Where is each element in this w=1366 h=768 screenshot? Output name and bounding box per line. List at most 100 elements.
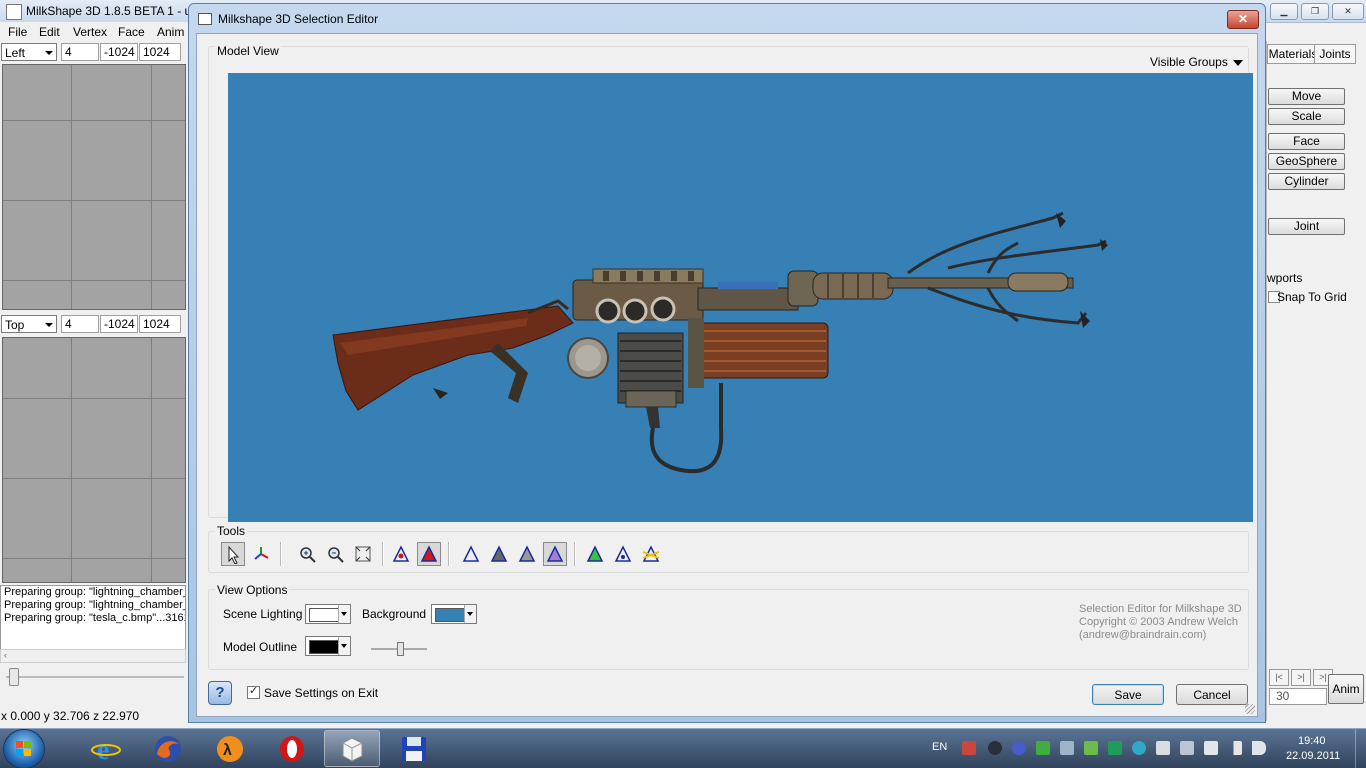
language-indicator[interactable]: EN [932, 741, 947, 753]
checkmark-tray-icon[interactable] [1084, 741, 1098, 755]
log-horizontal-scrollbar[interactable]: ‹ [0, 649, 186, 663]
frame-count-field[interactable]: 30 [1269, 688, 1327, 705]
action-center-flag-icon[interactable] [1204, 741, 1218, 755]
select-face-tool-icon [420, 545, 438, 562]
device-tray-icon[interactable] [1156, 741, 1170, 755]
help-button[interactable]: ? [208, 681, 232, 705]
grid-size-field[interactable]: 4 [61, 315, 99, 333]
milkshape-taskbar-button[interactable] [324, 730, 380, 767]
menu-edit[interactable]: Edit [39, 25, 60, 39]
scene-lighting-color-picker[interactable] [305, 604, 351, 624]
display-tray-icon[interactable] [1060, 741, 1074, 755]
face-button[interactable]: Face [1268, 133, 1345, 150]
toolbar-separator [448, 542, 450, 566]
visible-groups-dropdown[interactable]: Visible Groups [1150, 55, 1243, 69]
start-button[interactable] [4, 730, 44, 768]
checkbox-check-icon[interactable] [247, 684, 260, 699]
move-button[interactable]: Move [1268, 88, 1345, 105]
model-view-canvas[interactable] [228, 73, 1253, 522]
save-settings-checkbox[interactable]: Save Settings on Exit [247, 684, 378, 700]
menu-face[interactable]: Face [118, 25, 145, 39]
zoom-out-tool-button[interactable] [323, 542, 347, 566]
tools-label: Tools [215, 524, 248, 538]
next-key-button[interactable]: >| [1291, 669, 1311, 686]
menu-file[interactable]: File [8, 25, 27, 39]
opera-taskbar-button[interactable] [264, 730, 320, 767]
zoom-in-tool-button[interactable] [295, 542, 319, 566]
range-min-field[interactable]: -1024 [100, 43, 138, 61]
scene-lighting-swatch [309, 608, 339, 622]
scroll-left-arrow-icon[interactable]: ‹ [4, 650, 7, 660]
select-tool-button[interactable] [221, 542, 245, 566]
smooth-mode-tool-button[interactable] [515, 542, 539, 566]
chart-tray-icon[interactable] [1108, 741, 1122, 755]
axis-tool-button[interactable] [249, 542, 273, 566]
weapon-model-render [332, 211, 1108, 474]
view-options-group: View Options Scene Lighting Background M… [208, 583, 1249, 670]
select-all-tool-icon [586, 545, 604, 562]
menu-anim[interactable]: Anim [157, 25, 184, 39]
textured-mode-tool-icon [546, 545, 564, 562]
steam-tray-icon[interactable] [988, 741, 1002, 755]
firefox-taskbar-button[interactable] [140, 730, 196, 767]
resize-grip[interactable] [1245, 704, 1255, 714]
prev-frame-button[interactable]: |< [1269, 669, 1289, 686]
chevron-down-icon [1232, 59, 1243, 66]
antivirus-tray-icon[interactable] [962, 741, 976, 755]
viewport-view-select[interactable]: Top [1, 315, 57, 333]
select-none-tool-button[interactable] [611, 542, 635, 566]
cancel-button[interactable]: Cancel [1176, 684, 1248, 705]
clock-date[interactable]: 22.09.2011 [1286, 750, 1340, 762]
sync-tray-icon[interactable] [1132, 741, 1146, 755]
model-outline-color-picker[interactable] [305, 636, 351, 656]
half-life-2-modeler-taskbar-button[interactable]: λ [202, 730, 258, 767]
anim-button[interactable]: Anim [1328, 674, 1364, 704]
network-signal-icon[interactable] [1228, 741, 1242, 755]
range-max-field[interactable]: 1024 [139, 43, 181, 61]
minimize-button[interactable]: ▁ [1270, 3, 1298, 20]
zoom-extents-tool-button[interactable] [351, 542, 375, 566]
range-max-field[interactable]: 1024 [139, 315, 181, 333]
usb-tray-icon[interactable] [1180, 741, 1194, 755]
network-tool-tray-icon[interactable] [1012, 741, 1026, 755]
viewport-view-select[interactable]: Left [1, 43, 57, 61]
select-all-tool-button[interactable] [583, 542, 607, 566]
animation-timeline-slider[interactable] [0, 666, 186, 688]
scale-button[interactable]: Scale [1268, 108, 1345, 125]
wireframe-mode-tool-button[interactable] [459, 542, 483, 566]
save-tool-taskbar-button[interactable] [386, 730, 442, 767]
background-color-picker[interactable] [431, 604, 477, 624]
save-button[interactable]: Save [1092, 684, 1164, 705]
invert-selection-tool-button[interactable] [639, 542, 663, 566]
select-vertex-tool-button[interactable] [389, 542, 413, 566]
slider-thumb[interactable] [397, 642, 404, 656]
maximize-button[interactable]: ❐ [1301, 3, 1329, 20]
flat-mode-tool-button[interactable] [487, 542, 511, 566]
volume-icon[interactable] [1252, 741, 1266, 755]
select-face-tool-button[interactable] [417, 542, 441, 566]
joint-button[interactable]: Joint [1268, 218, 1345, 235]
geosphere-button[interactable]: GeoSphere [1268, 153, 1345, 170]
main-close-button[interactable]: ✕ [1332, 3, 1364, 20]
cylinder-button[interactable]: Cylinder [1268, 173, 1345, 190]
slider-thumb[interactable] [9, 668, 19, 686]
log-line: Preparing group: "tesla_c.bmp"...3161 [4, 612, 186, 624]
half-life-2-icon: λ [217, 735, 243, 762]
dialog-close-button[interactable]: ✕ [1227, 10, 1259, 29]
credit-line: Selection Editor for Milkshape 3D [1079, 603, 1242, 615]
tab-joints[interactable]: Joints [1314, 44, 1356, 64]
model-view-group: Model View Visible Groups [208, 44, 1253, 522]
viewport-top-canvas[interactable] [2, 337, 186, 583]
main-right-panel: Materials Joints Move Scale Face GeoSphe… [1266, 41, 1366, 721]
tab-materials[interactable]: Materials [1267, 44, 1319, 64]
grid-size-field[interactable]: 4 [61, 43, 99, 61]
viewport-left-canvas[interactable] [2, 64, 186, 310]
show-desktop-button[interactable] [1355, 729, 1366, 768]
internet-explorer-taskbar-button[interactable]: e [78, 730, 134, 767]
menu-vertex[interactable]: Vertex [73, 25, 107, 39]
textured-mode-tool-button[interactable] [543, 542, 567, 566]
range-min-field[interactable]: -1024 [100, 315, 138, 333]
chat-tray-icon[interactable] [1036, 741, 1050, 755]
outline-width-slider[interactable] [371, 642, 427, 656]
clock-time[interactable]: 19:40 [1298, 735, 1326, 747]
